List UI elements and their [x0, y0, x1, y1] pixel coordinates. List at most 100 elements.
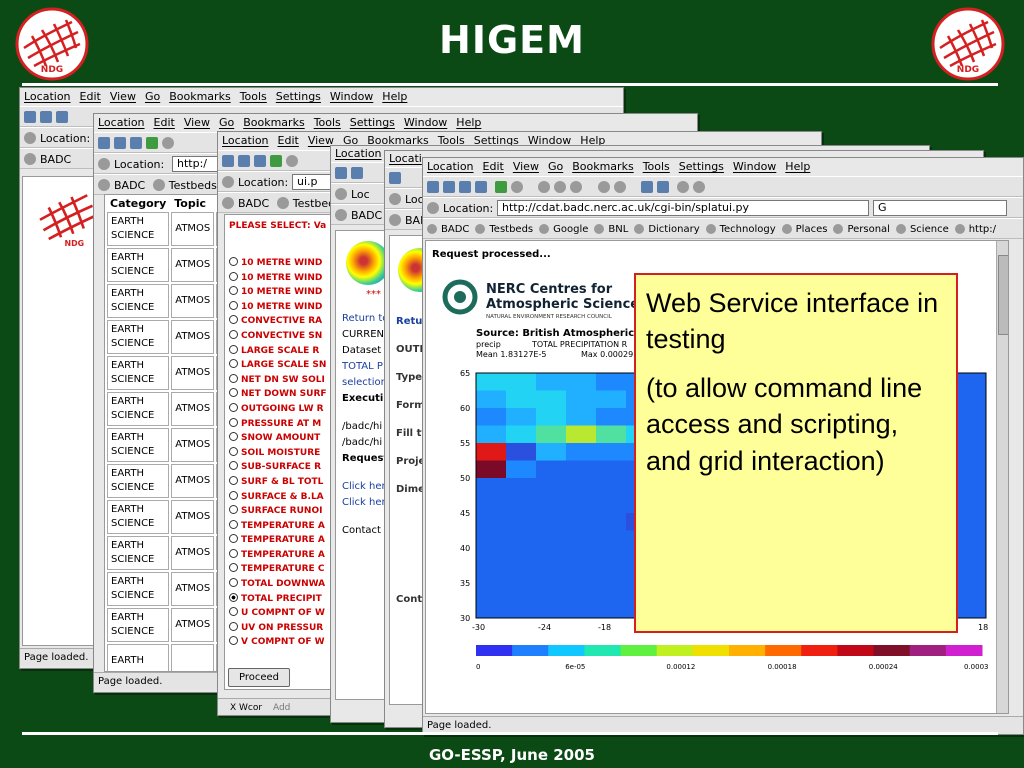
radio-button[interactable]: [229, 286, 238, 296]
find-icon[interactable]: [613, 181, 626, 193]
menu-location[interactable]: Location: [24, 90, 71, 103]
table-row[interactable]: EARTH SCIENCEATMOSR t: [107, 320, 235, 354]
copy-icon[interactable]: [554, 181, 566, 193]
radio-button[interactable]: [229, 388, 238, 398]
summary-line[interactable]: Return to: [342, 311, 390, 327]
home-icon[interactable]: [475, 181, 487, 193]
menu-settings[interactable]: Settings: [350, 116, 395, 129]
bookmark-item[interactable]: BADC: [441, 224, 469, 235]
scrollbar-thumb[interactable]: [998, 255, 1008, 335]
radio-button[interactable]: [229, 329, 238, 339]
menu-go[interactable]: Go: [548, 160, 563, 173]
radio-button[interactable]: [229, 417, 238, 427]
table-row[interactable]: EARTH SCIENCEATMOSE: [107, 500, 235, 534]
column-header[interactable]: Category: [107, 197, 169, 210]
radio-button[interactable]: [229, 300, 238, 310]
column-header[interactable]: Topic: [171, 197, 214, 210]
menu-location[interactable]: Location: [335, 147, 382, 160]
back-icon[interactable]: [427, 181, 439, 193]
radio-button[interactable]: [229, 636, 238, 646]
summary-line[interactable]: Click her: [342, 479, 390, 495]
radio-button[interactable]: [229, 373, 238, 383]
radio-button[interactable]: [229, 621, 238, 631]
forward-icon[interactable]: [40, 111, 52, 123]
forward-icon[interactable]: [351, 167, 363, 179]
menu-go[interactable]: Go: [145, 90, 160, 103]
bookmark-badc[interactable]: BADC: [351, 209, 382, 222]
proceed-button[interactable]: Proceed: [228, 668, 291, 687]
menu-view[interactable]: View: [110, 90, 136, 103]
bookmark-item[interactable]: http:/: [969, 224, 996, 235]
menu-bookmarks[interactable]: Bookmarks: [169, 90, 230, 103]
bookmark-item[interactable]: Google: [553, 224, 588, 235]
security-icon[interactable]: [676, 181, 689, 193]
print-icon[interactable]: [597, 181, 610, 193]
bookmark-item[interactable]: Places: [796, 224, 828, 235]
vertical-scrollbar[interactable]: [996, 241, 1008, 713]
menu-tools[interactable]: Tools: [240, 90, 267, 103]
bookmark-testbed[interactable]: Testbed: [293, 197, 335, 210]
menu-tools[interactable]: Tools: [643, 160, 670, 173]
menu-help[interactable]: Help: [456, 116, 481, 129]
menu-bookmarks[interactable]: Bookmarks: [243, 116, 304, 129]
back-icon[interactable]: [24, 111, 36, 123]
search-input[interactable]: G: [873, 200, 1007, 216]
bookmark-badc[interactable]: BADC: [40, 153, 71, 166]
table-row[interactable]: EARTH SCIENCEATMOSH: [107, 392, 235, 426]
menu-view[interactable]: View: [513, 160, 539, 173]
menu-tools[interactable]: Tools: [314, 116, 341, 129]
table-row[interactable]: EARTH SCIENCEATMOSS: [107, 248, 235, 282]
home-icon[interactable]: [56, 111, 68, 123]
zoom-out-icon[interactable]: [657, 181, 669, 193]
menu-edit[interactable]: Edit: [154, 116, 175, 129]
radio-button[interactable]: [229, 490, 238, 500]
radio-button[interactable]: [229, 344, 238, 354]
bookmark-testbeds[interactable]: Testbeds: [169, 179, 217, 192]
table-row[interactable]: EARTH SCIENCEATMOSE: [107, 464, 235, 498]
paste-icon[interactable]: [570, 181, 582, 193]
bookmark-item[interactable]: Testbeds: [489, 224, 533, 235]
menu-bookmarks[interactable]: Bookmarks: [572, 160, 633, 173]
radio-button[interactable]: [229, 505, 238, 515]
url-input[interactable]: http://cdat.badc.nerc.ac.uk/cgi-bin/spla…: [497, 200, 869, 216]
table-row[interactable]: EARTH SCIENCEATMOSE: [107, 212, 235, 246]
bookmark-item[interactable]: Science: [910, 224, 949, 235]
home-icon[interactable]: [130, 137, 142, 149]
bookmark-item[interactable]: Technology: [720, 224, 776, 235]
radio-button[interactable]: [229, 257, 238, 266]
forward-icon[interactable]: [114, 137, 126, 149]
radio-button[interactable]: [229, 607, 238, 617]
reload-icon[interactable]: [494, 181, 507, 193]
tab-wcor[interactable]: X Wcor: [230, 703, 262, 713]
menu-window[interactable]: Window: [404, 116, 447, 129]
table-row[interactable]: EARTH SCIENCEATMOSC: [107, 536, 235, 570]
menu-settings[interactable]: Settings: [679, 160, 724, 173]
menu-location[interactable]: Location: [427, 160, 474, 173]
tab-add[interactable]: Add: [273, 703, 290, 713]
table-row[interactable]: EARTH SCIENCEATMOSL: [107, 284, 235, 318]
menu-settings[interactable]: Settings: [276, 90, 321, 103]
bookmark-badc[interactable]: BADC: [238, 197, 269, 210]
radio-button[interactable]: [229, 563, 238, 573]
back-icon[interactable]: [98, 137, 110, 149]
back-icon[interactable]: [389, 172, 401, 184]
stop-icon[interactable]: [162, 137, 174, 149]
radio-button[interactable]: [229, 475, 238, 485]
reload-icon[interactable]: [270, 155, 282, 167]
radio-button[interactable]: [229, 592, 238, 602]
table-row[interactable]: EARTH: [107, 644, 235, 671]
cut-icon[interactable]: [538, 181, 550, 193]
radio-button[interactable]: [229, 548, 238, 558]
menu-view[interactable]: View: [184, 116, 210, 129]
radio-button[interactable]: [229, 446, 238, 456]
home-icon[interactable]: [254, 155, 266, 167]
back-icon[interactable]: [335, 167, 347, 179]
up-icon[interactable]: [459, 181, 471, 193]
table-row[interactable]: EARTH SCIENCEATMOSC: [107, 572, 235, 606]
menu-location[interactable]: Locati: [389, 152, 422, 165]
summary-line[interactable]: Click her: [342, 495, 390, 523]
radio-button[interactable]: [229, 402, 238, 412]
radio-button[interactable]: [229, 534, 238, 544]
radio-button[interactable]: [229, 271, 238, 281]
zoom-in-icon[interactable]: [641, 181, 653, 193]
